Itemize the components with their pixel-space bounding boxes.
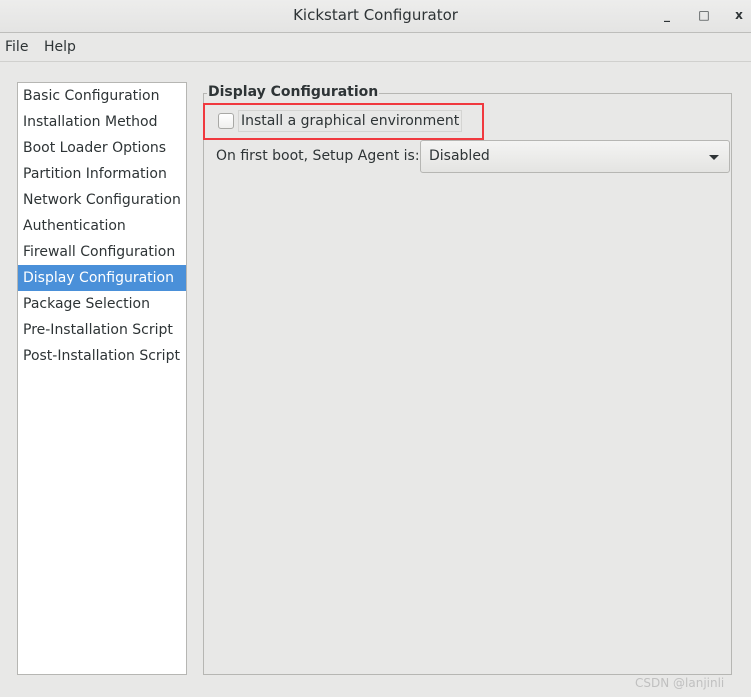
section-list: Basic Configuration Installation Method … xyxy=(17,82,187,675)
sidebar-item-installation[interactable]: Installation Method xyxy=(18,109,186,135)
sidebar-item-display[interactable]: Display Configuration xyxy=(18,265,186,291)
sidebar-item-partition[interactable]: Partition Information xyxy=(18,161,186,187)
watermark: CSDN @lanjinli xyxy=(635,676,725,690)
sidebar-item-basic[interactable]: Basic Configuration xyxy=(18,83,186,109)
window-title: Kickstart Configurator xyxy=(293,6,458,24)
setup-agent-dropdown[interactable]: Disabled xyxy=(420,140,730,173)
setup-agent-value: Disabled xyxy=(429,148,490,164)
menu-file[interactable]: File xyxy=(5,39,28,55)
sidebar-item-pre-script[interactable]: Pre-Installation Script xyxy=(18,317,186,343)
close-button[interactable]: x xyxy=(727,0,751,31)
graphical-env-label[interactable]: Install a graphical environment xyxy=(238,110,463,132)
maximize-button[interactable]: □ xyxy=(692,0,716,31)
menu-bar: File Help xyxy=(0,34,751,62)
setup-agent-label: On first boot, Setup Agent is: xyxy=(216,148,420,164)
chevron-down-icon xyxy=(709,155,719,160)
panel-title: Display Configuration xyxy=(207,84,380,100)
sidebar-item-post-script[interactable]: Post-Installation Script xyxy=(18,343,186,369)
sidebar-item-bootloader[interactable]: Boot Loader Options xyxy=(18,135,186,161)
graphical-env-checkbox[interactable] xyxy=(218,113,234,129)
sidebar-item-firewall[interactable]: Firewall Configuration xyxy=(18,239,186,265)
title-bar: Kickstart Configurator _ □ x xyxy=(0,0,751,33)
sidebar-item-authentication[interactable]: Authentication xyxy=(18,213,186,239)
display-config-frame xyxy=(203,93,732,675)
sidebar-item-packages[interactable]: Package Selection xyxy=(18,291,186,317)
minimize-button[interactable]: _ xyxy=(655,0,679,31)
sidebar-item-network[interactable]: Network Configuration xyxy=(18,187,186,213)
menu-help[interactable]: Help xyxy=(44,39,76,55)
